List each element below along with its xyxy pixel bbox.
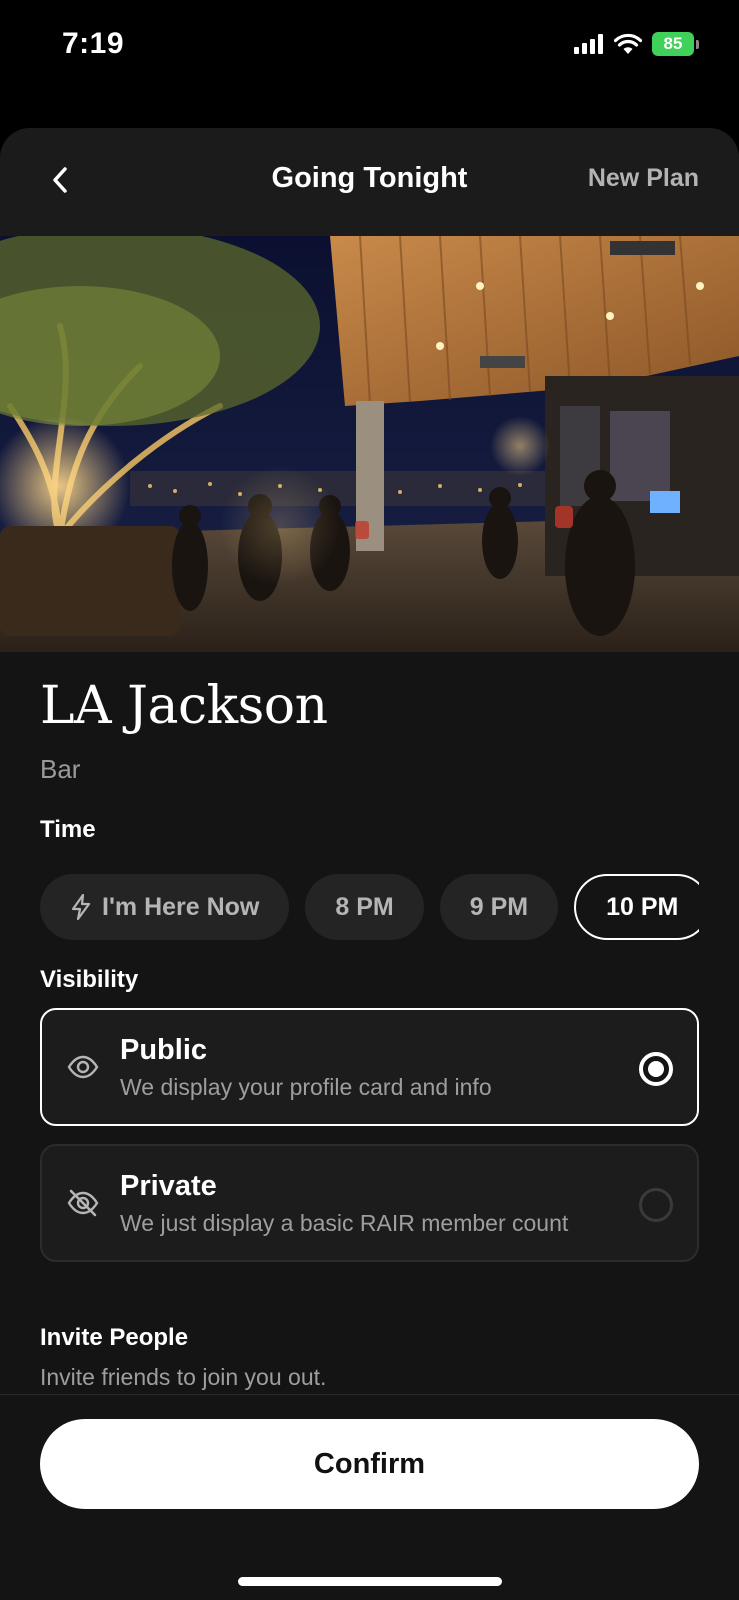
radio-unselected[interactable] bbox=[639, 1188, 673, 1222]
eye-icon bbox=[67, 1055, 99, 1079]
visibility-title: Public bbox=[120, 1034, 208, 1066]
footer: Confirm bbox=[0, 1394, 739, 1600]
visibility-section-label: Visibility bbox=[40, 966, 139, 993]
time-chip-9pm[interactable]: 9 PM bbox=[439, 874, 559, 940]
venue-type: Bar bbox=[40, 754, 81, 784]
time-chip-label: 9 PM bbox=[469, 892, 529, 921]
visibility-option-private[interactable]: Private We just display a basic RAIR mem… bbox=[40, 1144, 699, 1262]
status-icons: 85 bbox=[574, 30, 699, 58]
venue-photo bbox=[0, 236, 739, 652]
time-chip-label: 8 PM bbox=[335, 892, 394, 921]
time-chip-here-now[interactable]: I'm Here Now bbox=[40, 874, 290, 940]
battery-icon: 85 bbox=[652, 32, 699, 56]
time-chip-8pm[interactable]: 8 PM bbox=[305, 874, 424, 940]
time-options: I'm Here Now 8 PM 9 PM 10 PM bbox=[40, 874, 699, 940]
battery-level: 85 bbox=[663, 34, 683, 53]
eye-off-icon bbox=[67, 1189, 99, 1217]
confirm-button[interactable]: Confirm bbox=[40, 1419, 699, 1509]
visibility-title: Private bbox=[120, 1170, 217, 1202]
nav-header: Going Tonight New Plan bbox=[0, 128, 739, 236]
invite-description: Invite friends to join you out. bbox=[40, 1364, 327, 1390]
venue-name: LA Jackson bbox=[40, 676, 328, 736]
visibility-description: We display your profile card and info bbox=[120, 1074, 492, 1100]
radio-selected[interactable] bbox=[639, 1052, 673, 1086]
time-chip-10pm[interactable]: 10 PM bbox=[574, 874, 699, 940]
time-section-label: Time bbox=[40, 816, 96, 843]
home-indicator bbox=[238, 1577, 502, 1586]
time-chip-label: I'm Here Now bbox=[102, 892, 260, 921]
invite-title: Invite People bbox=[40, 1324, 189, 1351]
status-bar: 7:19 85 bbox=[0, 0, 739, 100]
visibility-option-public[interactable]: Public We display your profile card and … bbox=[40, 1008, 699, 1126]
lightning-icon bbox=[71, 894, 91, 920]
status-time: 7:19 bbox=[62, 27, 125, 60]
cellular-signal-icon bbox=[574, 34, 603, 54]
visibility-description: We just display a basic RAIR member coun… bbox=[120, 1210, 569, 1236]
new-plan-button[interactable]: New Plan bbox=[588, 164, 699, 193]
plan-sheet: Going Tonight New Plan LA Jackson Bar Ti… bbox=[0, 128, 739, 1600]
time-chip-label: 10 PM bbox=[606, 892, 679, 921]
wifi-icon bbox=[614, 33, 642, 54]
